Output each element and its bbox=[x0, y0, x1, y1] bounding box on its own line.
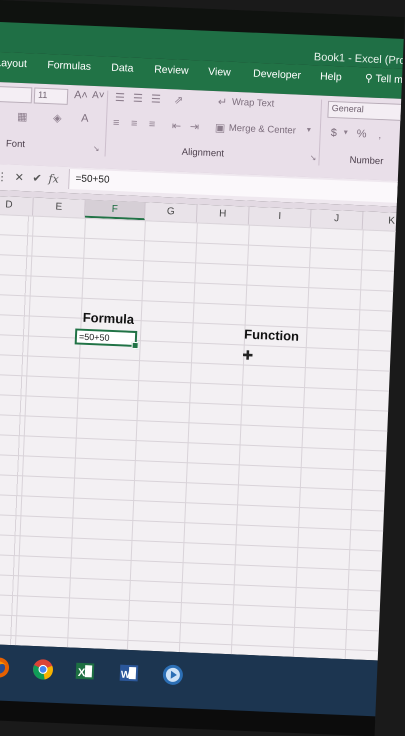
cell-formula-header[interactable]: Formula bbox=[82, 310, 134, 327]
number-format-value: General bbox=[331, 102, 364, 115]
number-group-label: Number bbox=[349, 154, 384, 168]
cancel-icon[interactable]: ✕ bbox=[14, 171, 24, 184]
tab-developer[interactable]: Developer bbox=[253, 68, 301, 82]
decrease-indent-icon[interactable]: ⇤ bbox=[172, 119, 182, 132]
formula-value: =50+50 bbox=[75, 173, 110, 186]
name-box-edge[interactable]: ⋮ bbox=[0, 170, 8, 183]
font-size-value: 11 bbox=[37, 89, 48, 101]
grid-line bbox=[178, 222, 198, 653]
align-top-icon[interactable]: ☰ bbox=[115, 91, 125, 104]
tab-formulas[interactable]: Formulas bbox=[47, 59, 91, 73]
column-header-h[interactable]: H bbox=[196, 204, 250, 225]
svg-text:X: X bbox=[78, 667, 86, 679]
cell-cursor-icon: ✚ bbox=[242, 347, 254, 363]
ribbon-divider bbox=[318, 99, 323, 166]
percent-format-button[interactable]: % bbox=[356, 128, 366, 140]
media-player-icon[interactable] bbox=[157, 661, 188, 688]
align-right-icon[interactable]: ≡ bbox=[149, 118, 156, 130]
column-header-g[interactable]: G bbox=[144, 202, 198, 223]
currency-dropdown-icon[interactable]: ▾ bbox=[344, 128, 348, 137]
ribbon-divider bbox=[104, 90, 109, 157]
tab-layout[interactable]: Layout bbox=[0, 57, 27, 70]
cell-function-header[interactable]: Function bbox=[244, 327, 299, 344]
column-header-e[interactable]: E bbox=[33, 197, 86, 218]
grid-line bbox=[126, 220, 146, 650]
tab-review[interactable]: Review bbox=[154, 64, 189, 77]
grid-line bbox=[292, 227, 312, 657]
grow-font-button[interactable]: A˄ bbox=[74, 89, 88, 102]
wrap-text-button[interactable]: Wrap Text bbox=[232, 97, 275, 110]
active-cell-value: =50+50 bbox=[78, 331, 110, 343]
tab-data[interactable]: Data bbox=[111, 62, 134, 75]
font-dialog-launcher-icon[interactable]: ↘ bbox=[93, 144, 100, 153]
insert-function-icon[interactable]: fx bbox=[48, 172, 59, 185]
fill-handle[interactable] bbox=[131, 341, 139, 350]
fill-color-icon[interactable]: ◈ bbox=[53, 111, 62, 124]
align-center-icon[interactable]: ≡ bbox=[131, 118, 138, 130]
grid-line bbox=[14, 215, 35, 646]
align-middle-icon[interactable]: ☰ bbox=[133, 92, 143, 105]
comma-style-icon[interactable]: ‚ bbox=[378, 129, 381, 141]
svg-text:W: W bbox=[121, 670, 131, 681]
orientation-icon[interactable]: ⇗ bbox=[174, 93, 184, 106]
tab-help[interactable]: Help bbox=[320, 70, 342, 83]
wrap-text-icon[interactable]: ↵ bbox=[218, 95, 228, 108]
excel-window: Book1 - Excel (Pro Layout Formulas Data … bbox=[0, 0, 405, 736]
borders-icon[interactable]: ▦ bbox=[17, 110, 28, 123]
tell-me-search[interactable]: ⚲ Tell m bbox=[365, 72, 403, 86]
align-left-icon[interactable]: ≡ bbox=[113, 117, 120, 129]
alignment-dialog-launcher-icon[interactable]: ↘ bbox=[309, 153, 316, 162]
grid-line bbox=[344, 229, 364, 660]
merge-center-button[interactable]: Merge & Center bbox=[229, 123, 296, 137]
increase-indent-icon[interactable]: ⇥ bbox=[190, 120, 200, 133]
number-format-dropdown[interactable]: General bbox=[327, 100, 405, 122]
grid-line bbox=[230, 224, 250, 655]
merge-dropdown-icon[interactable]: ▾ bbox=[307, 125, 311, 134]
grid-line bbox=[66, 217, 86, 648]
column-header-d[interactable]: D bbox=[0, 195, 34, 216]
font-size-box[interactable]: 11 bbox=[33, 87, 69, 105]
column-header-j[interactable]: J bbox=[310, 209, 364, 230]
align-bottom-icon[interactable]: ☰ bbox=[151, 92, 161, 105]
tab-view[interactable]: View bbox=[208, 66, 231, 79]
firefox-icon[interactable] bbox=[0, 654, 15, 681]
currency-format-button[interactable]: $ bbox=[330, 127, 337, 139]
merge-center-icon[interactable]: ▣ bbox=[215, 121, 226, 134]
enter-icon[interactable]: ✔ bbox=[32, 172, 42, 185]
font-group-label: Font bbox=[5, 138, 26, 151]
lightbulb-icon: ⚲ bbox=[364, 72, 373, 85]
active-cell[interactable]: =50+50 bbox=[74, 328, 139, 350]
shrink-font-button[interactable]: A˅ bbox=[92, 90, 105, 102]
excel-icon[interactable]: X bbox=[69, 658, 100, 685]
chrome-icon[interactable] bbox=[27, 656, 58, 683]
window-title: Book1 - Excel (Pro bbox=[313, 51, 405, 68]
font-color-button[interactable]: A bbox=[81, 113, 89, 125]
word-icon[interactable]: W bbox=[113, 659, 144, 686]
worksheet-grid[interactable]: Formula =50+50 Function ✚ bbox=[0, 213, 405, 662]
font-name-box[interactable] bbox=[0, 85, 33, 104]
alignment-group-label: Alignment bbox=[181, 146, 225, 160]
tell-me-label: Tell m bbox=[375, 72, 404, 86]
